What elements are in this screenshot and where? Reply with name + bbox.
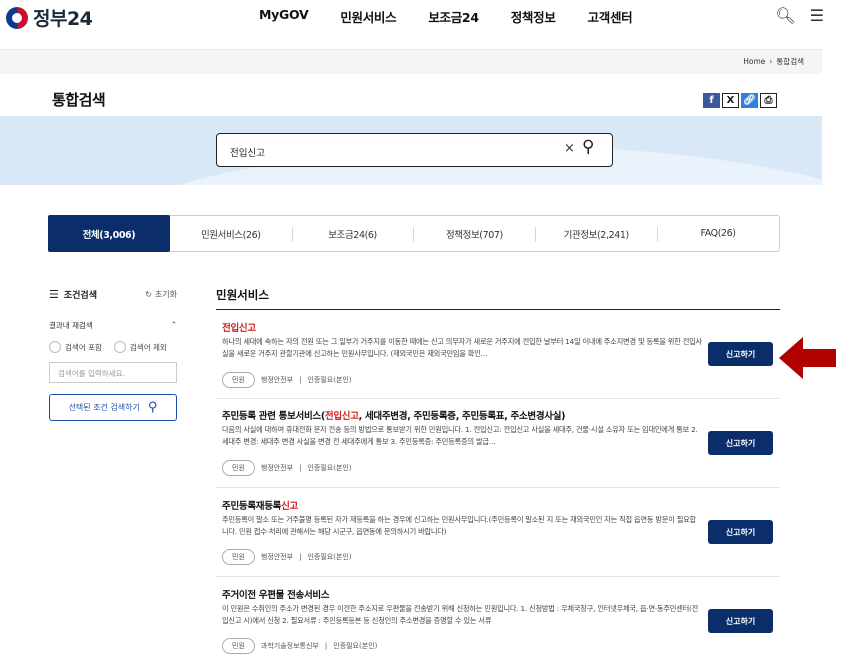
result-auth: 인증필요(본인) — [307, 376, 352, 384]
menu-icon[interactable]: ☰ — [810, 6, 824, 25]
chevron-up-icon: ⌃ — [170, 320, 177, 329]
site-header: 정부24 MyGOV 민원서비스 보조금24 정책정보 고객센터 🔍︎ ☰ — [0, 0, 848, 40]
search-icon[interactable]: 🔍︎ — [775, 6, 795, 25]
tab-faq[interactable]: FAQ(26) — [657, 216, 779, 251]
nav-civil-service[interactable]: 민원서비스 — [340, 7, 396, 26]
breadcrumb-separator: › — [769, 57, 773, 66]
clear-icon[interactable]: × — [564, 141, 575, 156]
logo-text: 정부24 — [33, 8, 93, 30]
tab-subsidy[interactable]: 보조금24(6) — [291, 216, 414, 251]
reset-button[interactable]: ↻ 초기화 — [145, 289, 177, 300]
result-tag: 민원 — [222, 372, 255, 388]
result-auth: 인증필요(본인) — [307, 553, 352, 561]
report-button[interactable]: 신고하기 — [708, 520, 773, 544]
result-title[interactable]: 주거이전 우편물 전송서비스 — [222, 587, 330, 601]
breadcrumb-bar — [0, 50, 822, 74]
results-section-title: 민원서비스 — [216, 288, 269, 302]
result-auth: 인증필요(본인) — [333, 642, 378, 650]
result-description: 이 민원은 수취인의 주소가 변경된 경우 이전한 주소지로 우편물을 전송받기… — [222, 604, 699, 625]
report-button[interactable]: 신고하기 — [708, 609, 773, 633]
result-item: 주민등록재등록신고 주민등록이 말소 또는 거주불명 등록된 자가 재등록을 하… — [216, 493, 780, 575]
annotation-arrow-tail — [802, 349, 836, 367]
refresh-icon: ↻ — [145, 290, 152, 299]
result-item: 주민등록 관련 통보서비스(전입신고, 세대주변경, 주민등록증, 주민등록표,… — [216, 404, 780, 486]
result-item: 주거이전 우편물 전송서비스 이 민원은 수취인의 주소가 변경된 경우 이전한… — [216, 582, 780, 662]
result-meta: 민원 행정안전부 | 인증필요(본인) — [222, 549, 352, 565]
result-auth: 인증필요(본인) — [307, 464, 352, 472]
filter-sliders-icon: ☰ — [49, 288, 59, 301]
government-emblem-icon — [6, 6, 28, 29]
refine-label: 결과내 재검색 — [49, 321, 93, 330]
result-title[interactable]: 주민등록재등록신고 — [222, 498, 298, 512]
result-title[interactable]: 전입신고 — [222, 320, 256, 334]
filter-title: 조건검색 — [63, 291, 97, 301]
result-category-tabs: 전체(3,006) 민원서비스(26) 보조금24(6) 정책정보(707) 기… — [48, 215, 780, 252]
breadcrumb-current: 통합검색 — [776, 57, 804, 66]
filter-header: ☰ 조건검색 ↻ 초기화 — [49, 288, 177, 301]
tab-all[interactable]: 전체(3,006) — [48, 215, 170, 252]
refine-search-toggle[interactable]: 결과내 재검색 ⌃ — [49, 320, 177, 331]
radio-include[interactable]: 검색어 포함 — [49, 341, 102, 353]
result-tag: 민원 — [222, 638, 255, 654]
search-submit-icon[interactable]: ⚲ — [582, 137, 594, 157]
apply-filter-button[interactable]: 선택된 조건 검색하기 ⚲ — [49, 394, 177, 421]
tab-policy[interactable]: 정책정보(707) — [413, 216, 535, 251]
result-meta: 민원 행정안전부 | 인증필요(본인) — [222, 372, 352, 388]
result-agency: 행정안전부 — [260, 464, 294, 472]
result-description: 다음의 사실에 대하여 휴대전화 문자 전송 등의 방법으로 통보받기 위한 민… — [222, 425, 698, 446]
print-icon[interactable]: ⎙ — [760, 93, 777, 108]
tab-civil-service[interactable]: 민원서비스(26) — [170, 216, 292, 251]
result-item: 전입신고 하나의 세대에 속하는 자의 전원 또는 그 일부가 거주지를 이동한… — [216, 318, 780, 398]
breadcrumb: Home › 통합검색 — [743, 56, 804, 67]
report-button[interactable]: 신고하기 — [708, 431, 773, 455]
x-icon[interactable]: X — [722, 93, 739, 108]
nav-policy[interactable]: 정책정보 — [511, 7, 556, 26]
result-agency: 행정안전부 — [260, 553, 294, 561]
annotation-arrow-icon — [779, 337, 803, 379]
link-icon[interactable]: 🔗︎ — [741, 93, 758, 108]
result-agency: 과학기술정보통신부 — [260, 642, 319, 650]
breadcrumb-home[interactable]: Home — [743, 57, 765, 66]
result-description: 하나의 세대에 속하는 자의 전원 또는 그 일부가 거주지를 이동한 때에는 … — [222, 337, 702, 358]
refine-keyword-input[interactable]: 검색어를 입력하세요. — [49, 362, 177, 383]
main-navigation: MyGOV 민원서비스 보조금24 정책정보 고객센터 — [259, 7, 664, 26]
page-title: 통합검색 — [52, 91, 106, 109]
result-title[interactable]: 주민등록 관련 통보서비스(전입신고, 세대주변경, 주민등록증, 주민등록표,… — [222, 408, 566, 422]
result-description: 주민등록이 말소 또는 거주불명 등록된 자가 재등록을 하는 경우에 신고하는… — [222, 515, 696, 536]
results-rule — [216, 309, 780, 310]
result-tag: 민원 — [222, 460, 255, 476]
result-agency: 행정안전부 — [260, 376, 294, 384]
facebook-icon[interactable]: f — [703, 93, 720, 108]
search-query[interactable]: 전입신고 — [230, 145, 265, 159]
tab-agency[interactable]: 기관정보(2,241) — [535, 216, 657, 251]
site-logo[interactable]: 정부24 — [6, 4, 93, 31]
search-input[interactable]: 전입신고 × ⚲ — [216, 133, 613, 167]
result-tag: 민원 — [222, 549, 255, 565]
report-button[interactable]: 신고하기 — [708, 342, 773, 366]
share-buttons: f X 🔗︎ ⎙ — [703, 93, 777, 108]
nav-customer-center[interactable]: 고객센터 — [588, 7, 633, 26]
refine-options: 검색어 포함 검색어 제외 — [49, 341, 167, 353]
search-icon: ⚲ — [147, 400, 158, 415]
nav-subsidy[interactable]: 보조금24 — [428, 7, 479, 26]
result-meta: 민원 행정안전부 | 인증필요(본인) — [222, 460, 352, 476]
nav-mygov[interactable]: MyGOV — [259, 7, 309, 26]
radio-exclude[interactable]: 검색어 제외 — [113, 341, 167, 353]
result-meta: 민원 과학기술정보통신부 | 인증필요(본인) — [222, 638, 377, 654]
